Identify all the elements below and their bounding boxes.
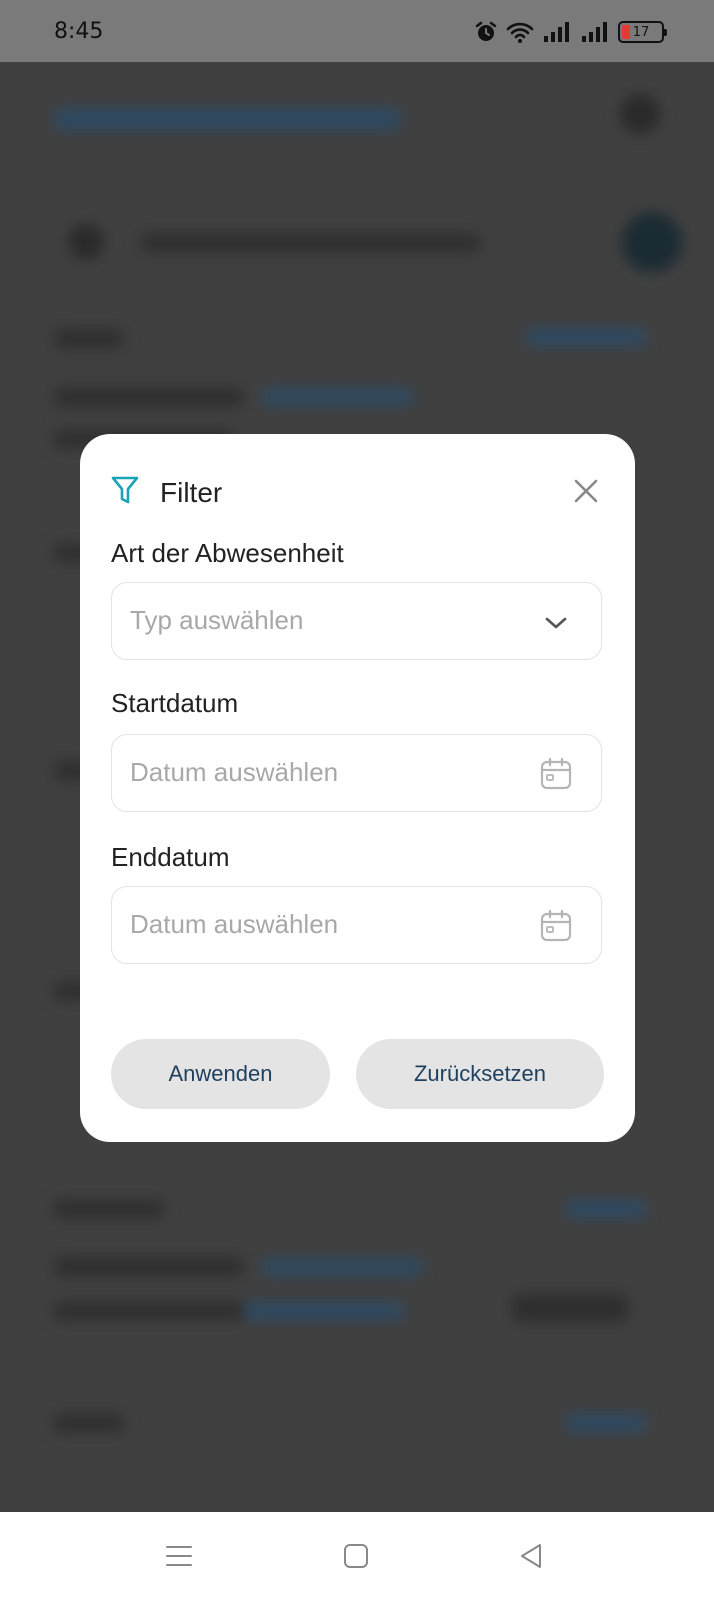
nav-bar xyxy=(0,1512,714,1599)
battery-level: 17 xyxy=(632,24,650,40)
signal-icon xyxy=(544,22,569,42)
calendar-icon xyxy=(540,909,572,942)
chevron-down-icon xyxy=(545,617,567,629)
status-icons: 17 xyxy=(474,18,667,46)
apply-button[interactable]: Anwenden xyxy=(111,1039,330,1109)
wifi-icon xyxy=(506,22,534,43)
start-date-label: Startdatum xyxy=(111,688,239,718)
dialog-header: Filter xyxy=(110,472,605,512)
filter-dialog: Filter Art der Abwesenheit Typ auswählen… xyxy=(80,434,635,1142)
start-date-placeholder: Datum auswählen xyxy=(130,757,339,787)
battery-icon: 17 xyxy=(618,21,667,43)
signal-icon xyxy=(582,22,607,42)
dialog-title: Filter xyxy=(160,477,223,508)
filter-icon xyxy=(111,476,139,504)
end-date-placeholder: Datum auswählen xyxy=(130,909,339,939)
back-icon[interactable] xyxy=(516,1540,548,1572)
absence-type-placeholder: Typ auswählen xyxy=(130,605,304,635)
reset-button[interactable]: Zurücksetzen xyxy=(356,1039,604,1109)
alarm-icon xyxy=(475,21,497,41)
status-bar: 8:45 17 xyxy=(0,0,714,62)
menu-icon[interactable] xyxy=(163,1540,195,1572)
status-time: 8:45 xyxy=(54,19,104,44)
end-date-input[interactable]: Datum auswählen xyxy=(111,886,602,964)
home-icon[interactable] xyxy=(340,1540,372,1572)
close-icon[interactable] xyxy=(571,476,601,506)
absence-type-select[interactable]: Typ auswählen xyxy=(111,582,602,660)
absence-type-label: Art der Abwesenheit xyxy=(111,538,344,568)
start-date-input[interactable]: Datum auswählen xyxy=(111,734,602,812)
calendar-icon xyxy=(540,757,572,790)
end-date-label: Enddatum xyxy=(111,842,230,872)
battery-fill xyxy=(622,25,630,39)
